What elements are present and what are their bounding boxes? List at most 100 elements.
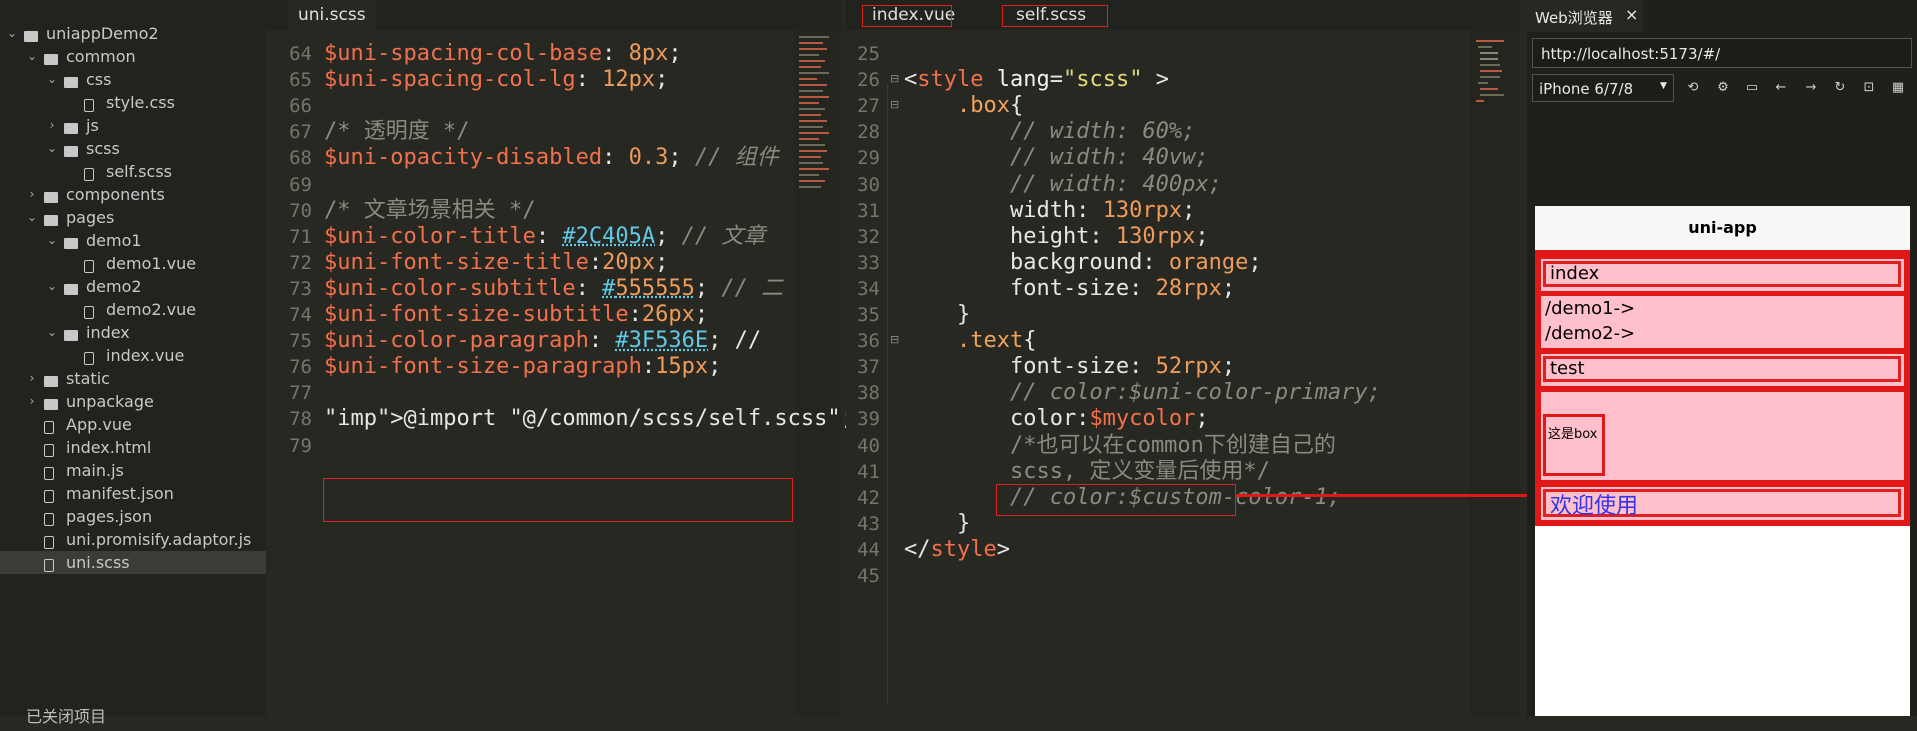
sidebar-item-js[interactable]: › js (0, 114, 266, 137)
fold-icon[interactable]: ⊟ (890, 333, 899, 346)
sidebar-item-label: index.vue (106, 346, 185, 365)
sidebar-item-scss[interactable]: ⌄ scss (0, 137, 266, 160)
refresh-icon[interactable]: ↻ (1832, 80, 1848, 96)
sidebar-item-pages-json[interactable]: pages.json (0, 505, 266, 528)
sidebar-item-label: demo1.vue (106, 254, 197, 273)
vue-file-icon (84, 306, 94, 319)
sidebar-item-label: demo2 (86, 277, 142, 296)
link-demo1[interactable]: /demo1-> (1545, 298, 1635, 319)
editor1-minimap[interactable] (795, 30, 841, 716)
tab-self-highlight (1002, 5, 1108, 27)
chevron-down-icon[interactable]: ⌄ (46, 137, 58, 160)
chevron-down-icon[interactable]: ⌄ (26, 206, 38, 229)
nav-links-box: /demo1-> /demo2-> (1541, 296, 1904, 348)
chevron-down-icon[interactable]: ⌄ (46, 229, 58, 252)
editor2-tabbar: index.vue self.scss (846, 0, 1520, 30)
braces-file-icon (84, 99, 94, 112)
sidebar-item-demo2[interactable]: ⌄ demo2 (0, 275, 266, 298)
project-explorer: ⌄ uniappDemo2 ⌄ common ⌄ css style.css › js ⌄ scss… (0, 0, 266, 726)
box-container: 这是box (1541, 392, 1904, 480)
sidebar-item-pages[interactable]: ⌄ pages (0, 206, 266, 229)
brackets-file-icon (44, 513, 54, 526)
sidebar-item-uni-scss[interactable]: uni.scss (0, 551, 266, 574)
sidebar-item-index-html[interactable]: index.html (0, 436, 266, 459)
sidebar-item-components[interactable]: › components (0, 183, 266, 206)
scss-file-icon (84, 168, 94, 181)
device-select[interactable]: iPhone 6/7/8 ▼ (1532, 74, 1674, 102)
code-line[interactable]: $uni-spacing-col-lg: 12px; (324, 64, 668, 96)
sidebar-item-style-css[interactable]: style.css (0, 91, 266, 114)
test-item: test (1541, 354, 1904, 386)
sidebar-item-main-js[interactable]: main.js (0, 459, 266, 482)
close-tab-icon[interactable]: × (1625, 5, 1638, 24)
back-icon[interactable]: ← (1773, 80, 1789, 96)
settings-icon[interactable]: ⚙ (1715, 80, 1731, 96)
devtools-icon[interactable]: ▭ (1744, 80, 1760, 96)
editor2-minimap[interactable] (1470, 30, 1520, 716)
welcome-text: 欢迎使用 (1550, 494, 1639, 519)
fold-icon[interactable]: ⊟ (890, 72, 899, 85)
url-input[interactable]: http://localhost:5173/#/ (1532, 38, 1912, 68)
qrcode-icon[interactable]: ▦ (1890, 80, 1906, 96)
code-line[interactable]: $uni-font-size-paragraph:15px; (324, 351, 721, 383)
sidebar-item-static[interactable]: › static (0, 367, 266, 390)
tab-uni-scss[interactable]: uni.scss (288, 0, 376, 30)
app-navbar: uni-app (1535, 206, 1910, 251)
chevron-down-icon[interactable]: ⌄ (6, 22, 18, 45)
chevron-right-icon[interactable]: › (26, 183, 38, 206)
sidebar-item-common[interactable]: ⌄ common (0, 45, 266, 68)
sidebar-item-label: uni.scss (66, 553, 130, 572)
sidebar-item-unpackage[interactable]: › unpackage (0, 390, 266, 413)
vue-file-icon (84, 260, 94, 273)
minimap-preview (799, 36, 829, 188)
sidebar-item-uniappdemo2[interactable]: ⌄ uniappDemo2 (0, 22, 266, 45)
sidebar-item-label: static (66, 369, 110, 388)
browser-tabbar: Web浏览器 × (1527, 0, 1917, 32)
test-inner-box (1543, 356, 1901, 382)
folder-icon (64, 77, 78, 88)
chevron-right-icon[interactable]: › (26, 390, 38, 413)
sidebar-item-demo1[interactable]: ⌄ demo1 (0, 229, 266, 252)
sidebar-item-demo1-vue[interactable]: demo1.vue (0, 252, 266, 275)
sidebar-item-demo2-vue[interactable]: demo2.vue (0, 298, 266, 321)
fold-guide (887, 84, 889, 704)
tab-web-browser[interactable]: Web浏览器 × (1527, 0, 1643, 32)
sidebar-item-label: common (66, 47, 136, 66)
sidebar-item-label: uni.promisify.adaptor.js (66, 530, 252, 549)
sidebar-item-self-scss[interactable]: self.scss (0, 160, 266, 183)
sidebar-item-label: manifest.json (66, 484, 174, 503)
code-line[interactable]: </style> (904, 534, 1010, 566)
folder-icon (44, 215, 58, 226)
sidebar-item-manifest-json[interactable]: manifest.json (0, 482, 266, 505)
code-line[interactable]: "imp">@import "@/common/scss/self.scss"; (324, 403, 854, 435)
forward-icon[interactable]: → (1803, 80, 1819, 96)
chevron-down-icon[interactable]: ⌄ (46, 68, 58, 91)
chevron-down-icon[interactable]: ⌄ (26, 45, 38, 68)
chevron-right-icon[interactable]: › (26, 367, 38, 390)
closed-projects-label[interactable]: 已关闭项目 (0, 703, 266, 731)
welcome-item: 欢迎使用 (1541, 487, 1904, 520)
rotate-icon[interactable]: ⟲ (1685, 80, 1701, 96)
editor-index-vue[interactable]: index.vue self.scss 25 26 <style lang="scs… (846, 0, 1520, 716)
chevron-down-icon[interactable]: ⌄ (46, 321, 58, 344)
sidebar-item-index-vue[interactable]: index.vue (0, 344, 266, 367)
lock-icon[interactable]: ⊡ (1861, 80, 1877, 96)
sidebar-item-css[interactable]: ⌄ css (0, 68, 266, 91)
chevron-right-icon[interactable]: › (46, 114, 58, 137)
sidebar-item-label: App.vue (66, 415, 132, 434)
sidebar-item-index[interactable]: ⌄ index (0, 321, 266, 344)
code-line[interactable]: $uni-opacity-disabled: 0.3; // 组件 (324, 142, 779, 174)
sidebar-item-label: css (86, 70, 112, 89)
line-number: 45 (857, 565, 880, 587)
editor-uni-scss[interactable]: uni.scss 64 $uni-spacing-col-base: 8px; 65… (266, 0, 854, 716)
chevron-down-icon[interactable]: ⌄ (46, 275, 58, 298)
sidebar-item-label: demo1 (86, 231, 142, 250)
fold-icon[interactable]: ⊟ (890, 98, 899, 111)
sidebar-item-uni-promisify-adaptor-js[interactable]: uni.promisify.adaptor.js (0, 528, 266, 551)
link-demo2[interactable]: /demo2-> (1545, 323, 1635, 344)
folder-icon (44, 376, 58, 387)
file-file-icon (44, 467, 54, 480)
folder-icon (64, 238, 78, 249)
folder-icon (64, 123, 78, 134)
sidebar-item-app-vue[interactable]: App.vue (0, 413, 266, 436)
